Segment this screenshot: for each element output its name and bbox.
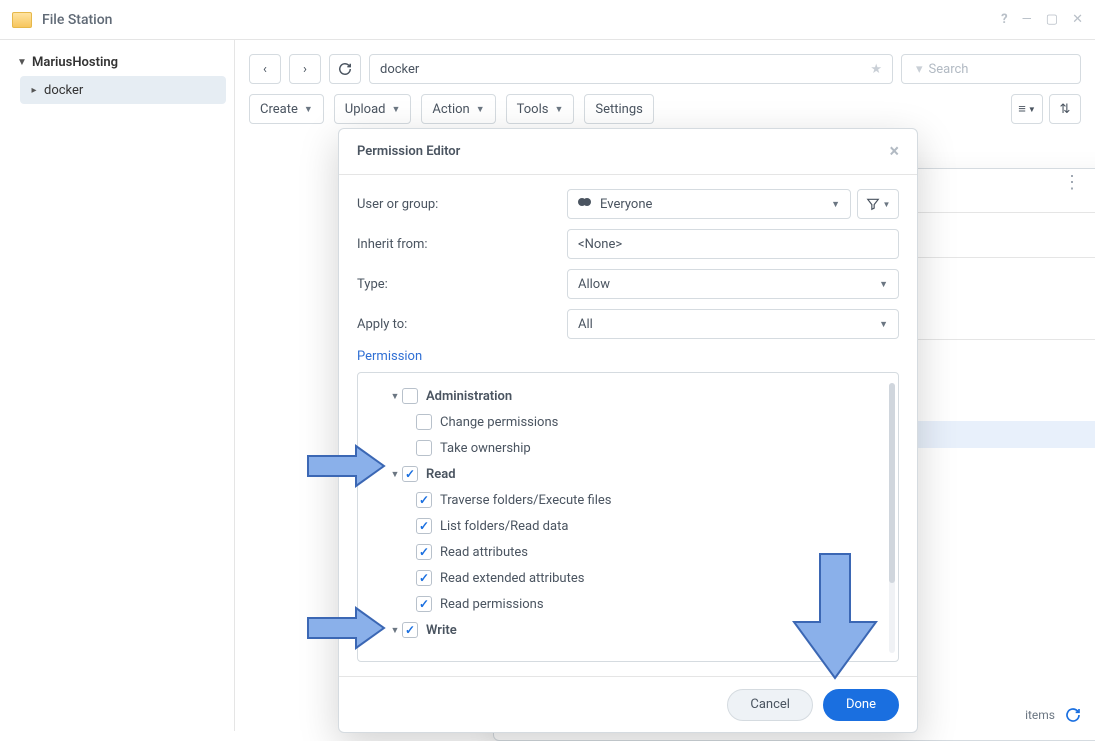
more-menu-icon[interactable]: ⋮: [1063, 172, 1081, 193]
items-count-label: items: [1025, 708, 1055, 722]
tools-button[interactable]: Tools▼: [506, 94, 575, 124]
path-input[interactable]: docker ★: [369, 54, 893, 84]
permission-editor-close-icon[interactable]: ×: [889, 141, 899, 162]
action-button[interactable]: Action▼: [421, 94, 495, 124]
filter-button[interactable]: ▼: [857, 189, 899, 219]
view-list-button[interactable]: ≡ ▼: [1011, 94, 1043, 124]
scrollbar-thumb[interactable]: [889, 383, 895, 583]
create-button[interactable]: Create▼: [249, 94, 324, 124]
app-folder-icon: [12, 12, 32, 28]
perm-group-read[interactable]: ▼ Read: [366, 461, 890, 487]
sidebar: ▼ MariusHosting ▸ docker: [0, 40, 235, 731]
group-icon: [578, 198, 594, 210]
search-box[interactable]: ▾: [901, 54, 1081, 84]
perm-item-list[interactable]: List folders/Read data: [366, 513, 890, 539]
reload-icon[interactable]: [1065, 707, 1081, 723]
permission-editor-modal: Permission Editor × User or group: Every…: [338, 128, 918, 733]
funnel-icon: [866, 197, 880, 211]
write-checkbox[interactable]: [402, 622, 418, 638]
administration-checkbox[interactable]: [402, 388, 418, 404]
settings-button[interactable]: Settings: [584, 94, 653, 124]
chevron-down-icon[interactable]: ▼: [388, 469, 402, 480]
user-or-group-select[interactable]: Everyone ▼: [567, 189, 851, 219]
read-checkbox[interactable]: [402, 466, 418, 482]
chevron-down-icon[interactable]: ▼: [388, 391, 402, 402]
sidebar-item-label: docker: [44, 83, 83, 98]
refresh-button[interactable]: [329, 54, 361, 84]
type-label: Type:: [357, 277, 567, 292]
done-button[interactable]: Done: [823, 689, 899, 721]
perm-group-administration[interactable]: ▼ Administration: [366, 383, 890, 409]
checkbox[interactable]: [416, 596, 432, 612]
checkbox[interactable]: [416, 570, 432, 586]
upload-button[interactable]: Upload▼: [334, 94, 412, 124]
checkbox[interactable]: [416, 544, 432, 560]
help-icon[interactable]: ?: [1001, 12, 1007, 27]
close-icon[interactable]: ✕: [1072, 12, 1083, 27]
apply-to-label: Apply to:: [357, 317, 567, 332]
perm-item-read-ext-attr[interactable]: Read extended attributes: [366, 565, 890, 591]
chevron-down-icon[interactable]: ▼: [388, 625, 402, 636]
inherit-from-field: <None>: [567, 229, 899, 259]
minimize-icon[interactable]: —: [1022, 12, 1032, 27]
perm-group-write[interactable]: ▼ Write: [366, 617, 890, 643]
titlebar: File Station ? — ▢ ✕: [0, 0, 1095, 40]
chevron-down-icon: ▼: [16, 57, 28, 68]
sidebar-root[interactable]: ▼ MariusHosting: [8, 48, 226, 76]
nav-forward-button[interactable]: ›: [289, 54, 321, 84]
permission-editor-title: Permission Editor: [357, 144, 460, 159]
checkbox[interactable]: [416, 414, 432, 430]
sort-button[interactable]: ⇅: [1049, 94, 1081, 124]
sidebar-root-label: MariusHosting: [32, 55, 118, 70]
chevron-down-icon: ▼: [879, 319, 888, 330]
perm-item-read-perms[interactable]: Read permissions: [366, 591, 890, 617]
perm-item-traverse[interactable]: Traverse folders/Execute files: [366, 487, 890, 513]
chevron-down-icon: ▼: [831, 199, 840, 210]
maximize-icon[interactable]: ▢: [1046, 12, 1058, 27]
perm-item-take-ownership[interactable]: Take ownership: [366, 435, 890, 461]
nav-back-button[interactable]: ‹: [249, 54, 281, 84]
sidebar-item-docker[interactable]: ▸ docker: [20, 76, 226, 104]
apply-to-select[interactable]: All▼: [567, 309, 899, 339]
refresh-icon: [338, 62, 352, 76]
user-or-group-label: User or group:: [357, 197, 567, 212]
star-icon[interactable]: ★: [870, 62, 882, 77]
user-or-group-value: Everyone: [600, 197, 652, 212]
checkbox[interactable]: [416, 518, 432, 534]
chevron-right-icon: ▸: [28, 85, 40, 96]
app-title: File Station: [42, 12, 112, 28]
search-separator: ▾: [916, 62, 923, 77]
checkbox[interactable]: [416, 440, 432, 456]
permission-tree: ▼ Administration Change permissions Take…: [357, 372, 899, 662]
type-select[interactable]: Allow▼: [567, 269, 899, 299]
chevron-down-icon: ▼: [879, 279, 888, 290]
cancel-button[interactable]: Cancel: [727, 689, 813, 721]
path-text: docker: [380, 62, 419, 77]
perm-item-read-attr[interactable]: Read attributes: [366, 539, 890, 565]
search-input[interactable]: [929, 62, 1095, 77]
checkbox[interactable]: [416, 492, 432, 508]
perm-item-change-permissions[interactable]: Change permissions: [366, 409, 890, 435]
permission-section-label: Permission: [357, 349, 899, 364]
inherit-from-label: Inherit from:: [357, 237, 567, 252]
footer-info: items: [1025, 707, 1081, 723]
